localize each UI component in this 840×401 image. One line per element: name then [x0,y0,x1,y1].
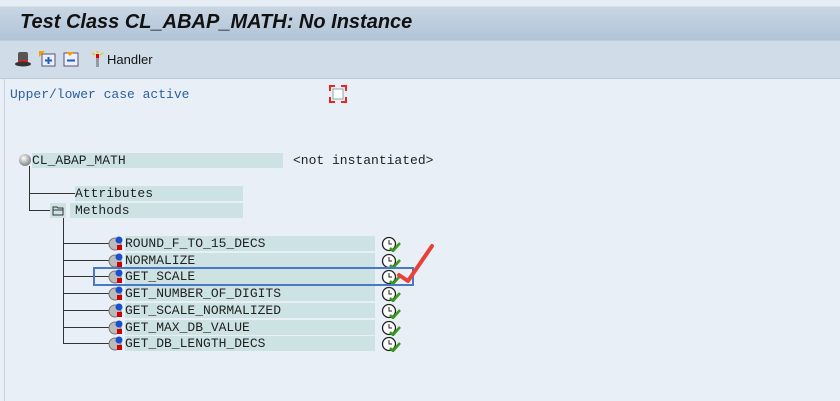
execute-method-icon[interactable] [381,303,403,319]
tree-line [63,218,64,344]
method-item[interactable]: GET_NUMBER_OF_DIGITS [125,286,375,302]
tree-line [63,243,111,244]
method-item[interactable]: GET_SCALE_NORMALIZED [125,302,375,318]
collapse-icon[interactable] [62,51,80,67]
title-bar: Test Class CL_ABAP_MATH: No Instance [0,0,840,41]
method-item[interactable]: NORMALIZE [125,252,375,268]
method-icon [108,320,123,334]
method-icon [108,286,123,301]
tree-line [29,193,75,194]
tree-line [63,293,111,295]
toolbar: Handler [0,41,840,79]
tree-line [63,326,111,328]
method-icon [108,236,123,251]
method-item[interactable]: ROUND_F_TO_15_DECS [125,236,375,251]
tree-line [63,309,111,311]
expand-icon[interactable] [38,51,56,67]
case-status: Upper/lower case active [10,87,190,102]
class-node-icon [19,154,31,166]
method-icon [108,303,123,318]
execute-method-icon[interactable] [381,336,403,353]
method-item[interactable]: GET_MAX_DB_VALUE [125,319,375,335]
method-item[interactable]: GET_DB_LENGTH_DECS [125,336,375,352]
execute-method-icon[interactable] [381,320,403,336]
folder-open-icon[interactable] [50,203,66,218]
tree-line [29,166,30,211]
tree-attributes[interactable]: Attributes [75,186,243,201]
left-border [4,78,5,401]
tree-root-value: <not instantiated> [293,153,434,168]
handler-icon[interactable] [88,51,106,67]
focus-checkbox[interactable] [329,85,347,103]
handler-button[interactable]: Handler [107,52,153,67]
annotation-checkmark [397,244,434,283]
tree-line [29,210,50,211]
execute-method-icon[interactable] [381,286,403,303]
method-icon [108,253,123,268]
tree-line [63,343,111,345]
hat-icon[interactable] [14,51,32,67]
highlight-box [93,267,414,286]
tree-line [63,259,111,261]
tree-methods[interactable]: Methods [70,203,243,218]
tree-root-label[interactable]: CL_ABAP_MATH [32,153,283,168]
page-title: Test Class CL_ABAP_MATH: No Instance [20,11,413,33]
method-icon [108,336,123,351]
